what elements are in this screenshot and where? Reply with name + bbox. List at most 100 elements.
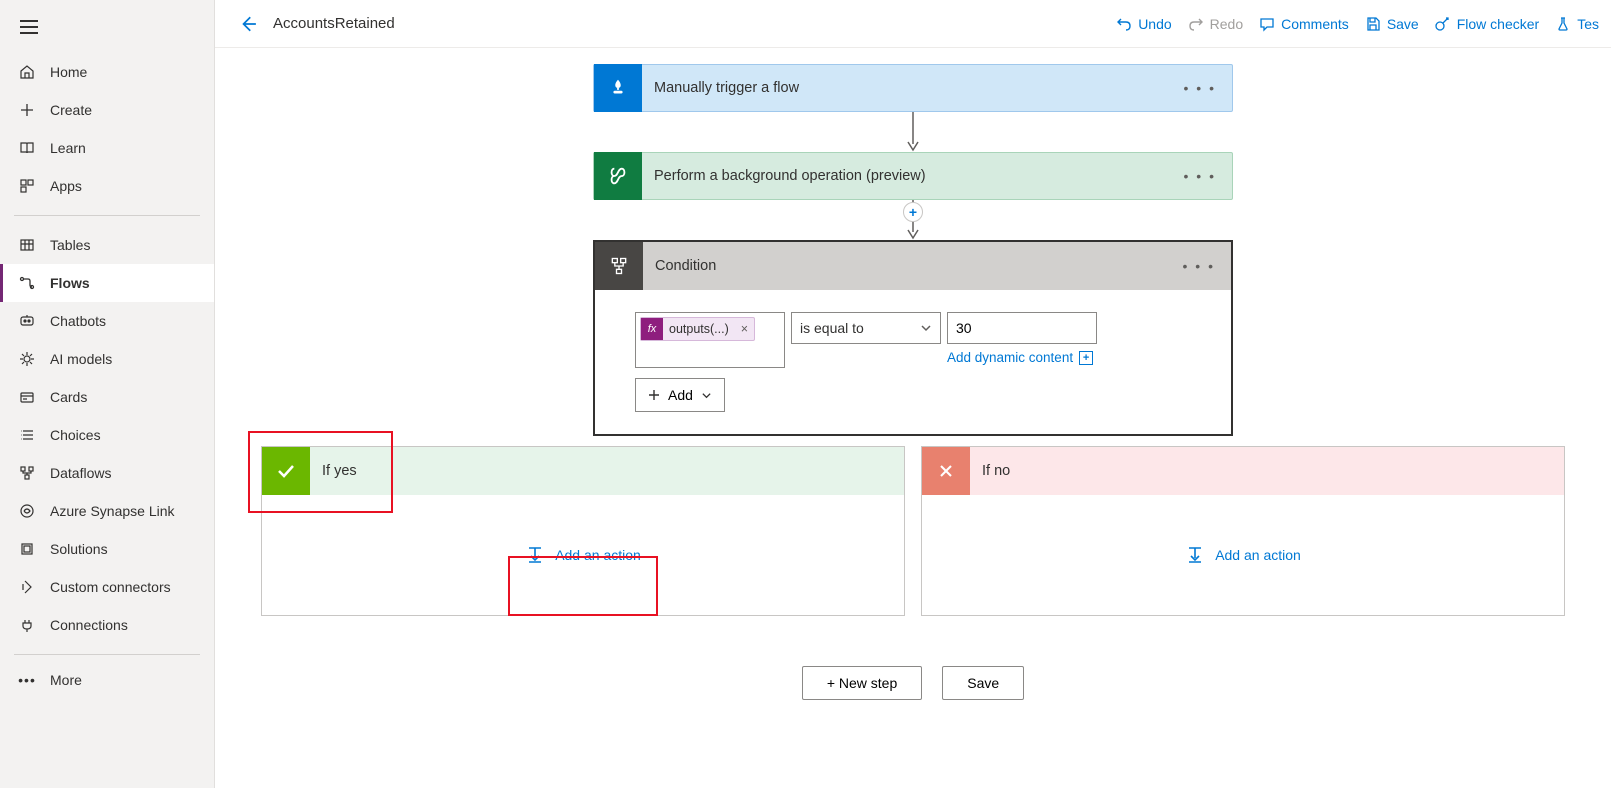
- footer-save-button[interactable]: Save: [942, 666, 1024, 700]
- test-button[interactable]: Tes: [1555, 16, 1599, 32]
- x-icon: [922, 447, 970, 495]
- more-icon[interactable]: • • •: [1168, 80, 1232, 96]
- sidebar-item-label: Home: [50, 64, 87, 80]
- redo-button[interactable]: Redo: [1188, 16, 1243, 32]
- branch-yes-header[interactable]: If yes: [262, 447, 904, 495]
- sidebar-item-home[interactable]: Home: [0, 53, 214, 91]
- sidebar-item-solutions[interactable]: Solutions: [0, 530, 214, 568]
- condition-card[interactable]: Condition • • • fx outputs(...) ×: [593, 240, 1233, 436]
- condition-left-operand[interactable]: fx outputs(...) ×: [635, 312, 785, 368]
- bgop-icon: [594, 152, 642, 200]
- add-action-yes-button[interactable]: Add an action: [525, 545, 641, 565]
- flow-checker-button[interactable]: Flow checker: [1435, 16, 1539, 32]
- branch-yes: If yes Add an action: [261, 446, 905, 616]
- hamburger-button[interactable]: [0, 8, 214, 49]
- flow-icon: [18, 274, 36, 292]
- sidebar-item-label: AI models: [50, 351, 112, 367]
- expression-text: outputs(...): [663, 322, 735, 336]
- condition-body: fx outputs(...) × is equal to: [595, 290, 1231, 434]
- save-icon: [1365, 16, 1381, 32]
- new-step-label: + New step: [827, 675, 897, 691]
- sidebar-item-chatbots[interactable]: Chatbots: [0, 302, 214, 340]
- trigger-card[interactable]: Manually trigger a flow • • •: [593, 64, 1233, 112]
- check-icon: [262, 447, 310, 495]
- undo-button[interactable]: Undo: [1116, 16, 1171, 32]
- comments-label: Comments: [1281, 16, 1349, 32]
- sidebar-item-tables[interactable]: Tables: [0, 226, 214, 264]
- home-icon: [18, 63, 36, 81]
- sidebar-item-create[interactable]: Create: [0, 91, 214, 129]
- chevron-down-icon: [701, 390, 712, 401]
- sidebar-item-dataflows[interactable]: Dataflows: [0, 454, 214, 492]
- branch-yes-title: If yes: [310, 463, 357, 479]
- comments-button[interactable]: Comments: [1259, 16, 1349, 32]
- undo-label: Undo: [1138, 16, 1171, 32]
- test-label: Tes: [1577, 16, 1599, 32]
- sidebar-item-label: Create: [50, 102, 92, 118]
- more-icon: •••: [18, 671, 36, 689]
- sidebar-item-custom-connectors[interactable]: Custom connectors: [0, 568, 214, 606]
- new-step-button[interactable]: + New step: [802, 666, 922, 700]
- sidebar: Home Create Learn Apps: [0, 0, 215, 788]
- sidebar-item-label: Apps: [50, 178, 82, 194]
- sidebar-item-label: Cards: [50, 389, 87, 405]
- condition-operator-select[interactable]: is equal to: [791, 312, 941, 344]
- topbar: AccountsRetained Undo Redo Comments Sav: [215, 0, 1611, 48]
- more-icon[interactable]: • • •: [1168, 168, 1232, 184]
- connector-icon: [18, 578, 36, 596]
- hamburger-icon: [20, 20, 38, 34]
- plus-icon: [18, 101, 36, 119]
- fx-icon: fx: [641, 318, 663, 340]
- sidebar-item-connections[interactable]: Connections: [0, 606, 214, 644]
- condition-value-input[interactable]: [947, 312, 1097, 344]
- sidebar-item-label: Chatbots: [50, 313, 106, 329]
- trigger-title: Manually trigger a flow: [642, 80, 1168, 96]
- connector-arrow: +: [903, 200, 923, 240]
- footer-actions: + New step Save: [802, 666, 1024, 700]
- condition-title: Condition: [643, 258, 1167, 274]
- sidebar-item-more[interactable]: ••• More: [0, 661, 214, 699]
- apps-icon: [18, 177, 36, 195]
- remove-token-button[interactable]: ×: [735, 322, 754, 336]
- save-button[interactable]: Save: [1365, 16, 1419, 32]
- save-label: Save: [1387, 16, 1419, 32]
- sidebar-item-choices[interactable]: Choices: [0, 416, 214, 454]
- undo-icon: [1116, 16, 1132, 32]
- branch-no-header[interactable]: If no: [922, 447, 1564, 495]
- sidebar-item-label: Tables: [50, 237, 90, 253]
- sidebar-item-synapse-link[interactable]: Azure Synapse Link: [0, 492, 214, 530]
- sidebar-item-cards[interactable]: Cards: [0, 378, 214, 416]
- sidebar-item-label: Choices: [50, 427, 101, 443]
- sidebar-item-ai-models[interactable]: AI models: [0, 340, 214, 378]
- divider: [14, 215, 200, 216]
- connector-arrow: [903, 112, 923, 152]
- sidebar-item-label: Azure Synapse Link: [50, 503, 175, 519]
- sidebar-item-flows[interactable]: Flows: [0, 264, 214, 302]
- sidebar-item-learn[interactable]: Learn: [0, 129, 214, 167]
- footer-save-label: Save: [967, 675, 999, 691]
- add-action-label: Add an action: [555, 547, 641, 563]
- condition-icon: [595, 242, 643, 290]
- insert-step-button[interactable]: +: [903, 202, 923, 222]
- dataflows-icon: [18, 464, 36, 482]
- chatbot-icon: [18, 312, 36, 330]
- sidebar-item-apps[interactable]: Apps: [0, 167, 214, 205]
- add-condition-row-button[interactable]: Add: [635, 378, 725, 412]
- operator-value: is equal to: [800, 320, 864, 336]
- add-dynamic-content-link[interactable]: Add dynamic content +: [947, 350, 1093, 365]
- dynamic-content-label: Add dynamic content: [947, 350, 1073, 365]
- table-icon: [18, 236, 36, 254]
- back-button[interactable]: [239, 15, 257, 33]
- expression-token[interactable]: fx outputs(...) ×: [640, 317, 755, 341]
- flow-name: AccountsRetained: [273, 15, 395, 32]
- dynamic-content-icon: +: [1079, 351, 1093, 365]
- ai-icon: [18, 350, 36, 368]
- sidebar-item-label: Connections: [50, 617, 128, 633]
- canvas[interactable]: Manually trigger a flow • • • Perform a …: [215, 48, 1611, 788]
- synapse-icon: [18, 502, 36, 520]
- add-action-label: Add an action: [1215, 547, 1301, 563]
- add-action-icon: [1185, 545, 1205, 565]
- more-icon[interactable]: • • •: [1167, 258, 1231, 274]
- action-card-bgop[interactable]: Perform a background operation (preview)…: [593, 152, 1233, 200]
- add-action-no-button[interactable]: Add an action: [1185, 545, 1301, 565]
